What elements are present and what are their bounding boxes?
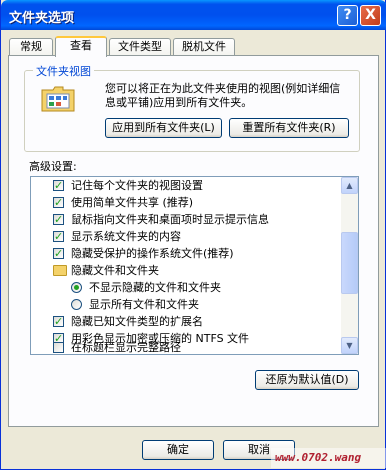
checkbox[interactable] [53,177,64,194]
radio-button[interactable] [71,299,82,310]
scroll-thumb[interactable] [341,232,358,294]
restore-defaults-button[interactable]: 还原为默认值(D) [255,370,359,390]
title-bar[interactable]: 文件夹选项 ? X [1,0,386,30]
checkbox[interactable] [53,313,64,330]
apply-to-all-folders-button[interactable]: 应用到所有文件夹(L) [105,118,222,138]
folder-icon [53,265,67,276]
tab-general[interactable]: 常规 [9,38,53,56]
advanced-settings-list[interactable]: 记住每个文件夹的视图设置 使用简单文件共享 (推荐) 鼠标指向文件夹和桌面项时显… [30,176,359,355]
tab-offline-files[interactable]: 脱机文件 [173,38,235,56]
help-button[interactable]: ? [337,5,358,26]
tab-view[interactable]: 查看 [55,36,107,57]
checkbox[interactable] [53,342,64,353]
vertical-scrollbar[interactable]: ▲ ▼ [341,177,358,354]
window-title: 文件夹选项 [9,11,75,26]
folder-view-icon [41,86,75,112]
radio-button[interactable] [71,282,82,293]
tab-file-types[interactable]: 文件类型 [109,38,171,56]
reset-all-folders-button[interactable]: 重置所有文件夹(R) [229,118,349,138]
folder-views-title: 文件夹视图 [33,63,94,79]
checkbox[interactable] [53,211,64,228]
ok-button[interactable]: 确定 [142,440,214,460]
folder-options-window: 文件夹选项 ? X 常规 查看 文件类型 脱机文件 文件夹视图 您可以将正在为此… [0,0,386,470]
scroll-up-icon[interactable]: ▲ [341,177,358,194]
scroll-down-icon[interactable]: ▼ [341,337,358,354]
checkbox[interactable] [53,194,64,211]
checkbox[interactable] [53,245,64,262]
close-button[interactable]: X [360,5,381,26]
advanced-settings-label: 高级设置: [29,160,77,173]
folder-views-description: 您可以将正在为此文件夹使用的视图(例如详细信息或平铺)应用到所有文件夹。 [105,82,341,109]
checkbox[interactable] [53,228,64,245]
watermark: www.0702.wang [271,448,386,468]
